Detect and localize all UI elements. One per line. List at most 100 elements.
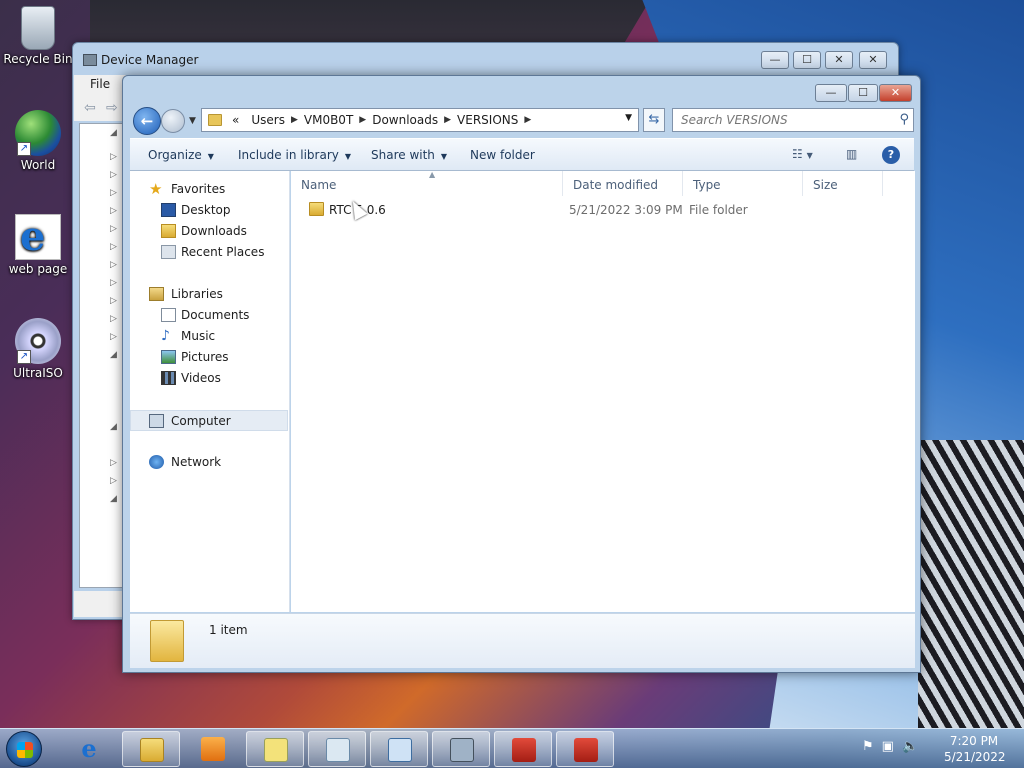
recent-places-icon [161,245,176,259]
address-bar[interactable]: « Users ▶ VM0B0T ▶ Downloads ▶ VERSIONS … [201,108,639,132]
view-options-icon[interactable]: ☷ ▼ [792,147,813,161]
navigation-pane[interactable]: ★ Favorites Desktop Downloads Recent Pla… [130,171,290,612]
share-with-menu[interactable]: Share with ▼ [371,148,447,162]
include-in-library-menu[interactable]: Include in library ▼ [238,148,351,162]
nav-favorites[interactable]: ★ Favorites [130,179,288,200]
menu-file[interactable]: File [90,77,110,91]
clock[interactable]: 7:20 PM 5/21/2022 [944,733,1006,765]
breadcrumb-separator-icon[interactable]: ▶ [359,113,366,127]
taskbar-explorer[interactable] [122,731,180,767]
back-arrow-icon[interactable]: ⇦ [84,100,96,116]
desktop-icon-recycle-bin[interactable]: Recycle Bin [0,6,76,66]
taskbar-media-player[interactable] [184,731,242,767]
help-icon[interactable]: ? [882,146,900,164]
chevron-down-icon: ▼ [207,152,214,161]
desktop-icon-ultraiso[interactable]: ↗ UltraISO [0,318,76,380]
back-button[interactable]: ← [133,107,161,135]
start-button[interactable] [6,731,42,767]
search-box[interactable]: ⚲ [672,108,914,132]
refresh-button[interactable]: ⇆ [643,108,665,132]
taskbar-toolbox-2[interactable] [556,731,614,767]
recent-pages-dropdown-icon[interactable]: ▼ [189,116,196,126]
recycle-bin-icon [21,6,55,50]
close-button[interactable]: ✕ [879,84,912,102]
nav-network[interactable]: Network [130,452,288,473]
collapse-triangle-icon[interactable]: ◢ [110,128,117,138]
nav-libraries[interactable]: Libraries [130,284,288,305]
search-icon[interactable]: ⚲ [899,112,909,127]
explorer-window[interactable]: — ☐ ✕ ← ▼ « Users ▶ VM0B0T ▶ Downloads ▶… [122,75,921,673]
maximize-button[interactable]: ☐ [793,51,821,69]
expand-triangle-icon[interactable]: ▷ [110,260,117,270]
new-folder-button[interactable]: New folder [470,148,535,162]
close-button-secondary[interactable]: ✕ [859,51,887,69]
expand-triangle-icon[interactable]: ▷ [110,296,117,306]
file-type: File folder [689,203,748,217]
nav-recent-places[interactable]: Recent Places [130,242,288,263]
taskbar-control-panel[interactable] [370,731,428,767]
nav-pictures[interactable]: Pictures [130,347,288,368]
breadcrumb-versions[interactable]: VERSIONS [451,113,524,127]
taskbar-notepad[interactable] [308,731,366,767]
breadcrumb-separator-icon[interactable]: ▶ [524,113,531,127]
organize-menu[interactable]: Organize ▼ [148,148,214,162]
taskbar-internet-explorer[interactable]: e [60,731,118,767]
column-header-date-modified[interactable]: Date modified [563,171,683,196]
breadcrumb-separator-icon[interactable]: ▶ [444,113,451,127]
network-status-icon[interactable]: ▣ [882,739,902,754]
nav-downloads[interactable]: Downloads [130,221,288,242]
internet-explorer-icon: e [15,213,61,260]
minimize-button[interactable]: — [761,51,789,69]
expand-triangle-icon[interactable]: ▷ [110,206,117,216]
device-tree[interactable]: ◢ ▷ ▷ ▷ ▷ ▷ ▷ ▷ ▷ ▷ ▷ ▷ ◢ ◢ ▷ ▷ ◢ [79,123,125,588]
expand-triangle-icon[interactable]: ▷ [110,476,117,486]
nav-computer[interactable]: Computer [130,410,288,431]
expand-triangle-icon[interactable]: ▷ [110,224,117,234]
breadcrumb-overflow[interactable]: « [226,113,245,127]
column-header-name[interactable]: Name [291,171,563,196]
column-header-size[interactable]: Size [803,171,883,196]
volume-icon[interactable]: 🔈 [902,739,926,754]
internet-explorer-icon: e [81,734,97,763]
nav-music[interactable]: ♪ Music [130,326,288,347]
desktop-icon-web-page[interactable]: e web page [0,213,76,276]
address-dropdown-icon[interactable]: ▼ [625,113,632,123]
device-manager-titlebar[interactable]: Device Manager — ☐ ✕ ✕ [73,43,898,77]
taskbar-device-manager[interactable] [432,731,490,767]
expand-triangle-icon[interactable]: ▷ [110,152,117,162]
breadcrumb-vm0b0t[interactable]: VM0B0T [298,113,359,127]
collapse-triangle-icon[interactable]: ◢ [110,494,117,504]
expand-triangle-icon[interactable]: ▷ [110,458,117,468]
search-input[interactable] [679,110,889,130]
desktop-icon-world[interactable]: ↗ World [0,110,76,172]
breadcrumb-downloads[interactable]: Downloads [366,113,444,127]
taskbar-toolbox-1[interactable] [494,731,552,767]
collapse-triangle-icon[interactable]: ◢ [110,422,117,432]
toolbar: ⇦ ⇨ [74,97,126,121]
expand-triangle-icon[interactable]: ▷ [110,242,117,252]
action-center-flag-icon[interactable]: ⚑ [862,739,882,754]
expand-triangle-icon[interactable]: ▷ [110,188,117,198]
taskbar-notes[interactable] [246,731,304,767]
forward-button[interactable] [161,109,185,133]
minimize-button[interactable]: — [815,84,847,102]
forward-arrow-icon[interactable]: ⇨ [106,100,118,116]
collapse-triangle-icon[interactable]: ◢ [110,350,117,360]
expand-triangle-icon[interactable]: ▷ [110,278,117,288]
maximize-button[interactable]: ☐ [848,84,878,102]
preview-pane-icon[interactable]: ▥ [846,147,857,161]
expand-triangle-icon[interactable]: ▷ [110,314,117,324]
breadcrumb-separator-icon[interactable]: ▶ [291,113,298,127]
expand-triangle-icon[interactable]: ▷ [110,170,117,180]
breadcrumb-users[interactable]: Users [245,113,291,127]
file-row[interactable]: RTC 5.0.6 5/21/2022 3:09 PM File folder [291,199,891,221]
expand-triangle-icon[interactable]: ▷ [110,332,117,342]
file-list[interactable]: ▲ Name Date modified Type Size RTC 5.0.6… [291,170,915,612]
explorer-titlebar[interactable]: — ☐ ✕ [123,76,920,104]
nav-videos[interactable]: Videos [130,368,288,389]
column-header-type[interactable]: Type [683,171,803,196]
nav-documents[interactable]: Documents [130,305,288,326]
close-button[interactable]: ✕ [825,51,853,69]
disc-icon: ↗ [15,318,61,364]
nav-desktop[interactable]: Desktop [130,200,288,221]
